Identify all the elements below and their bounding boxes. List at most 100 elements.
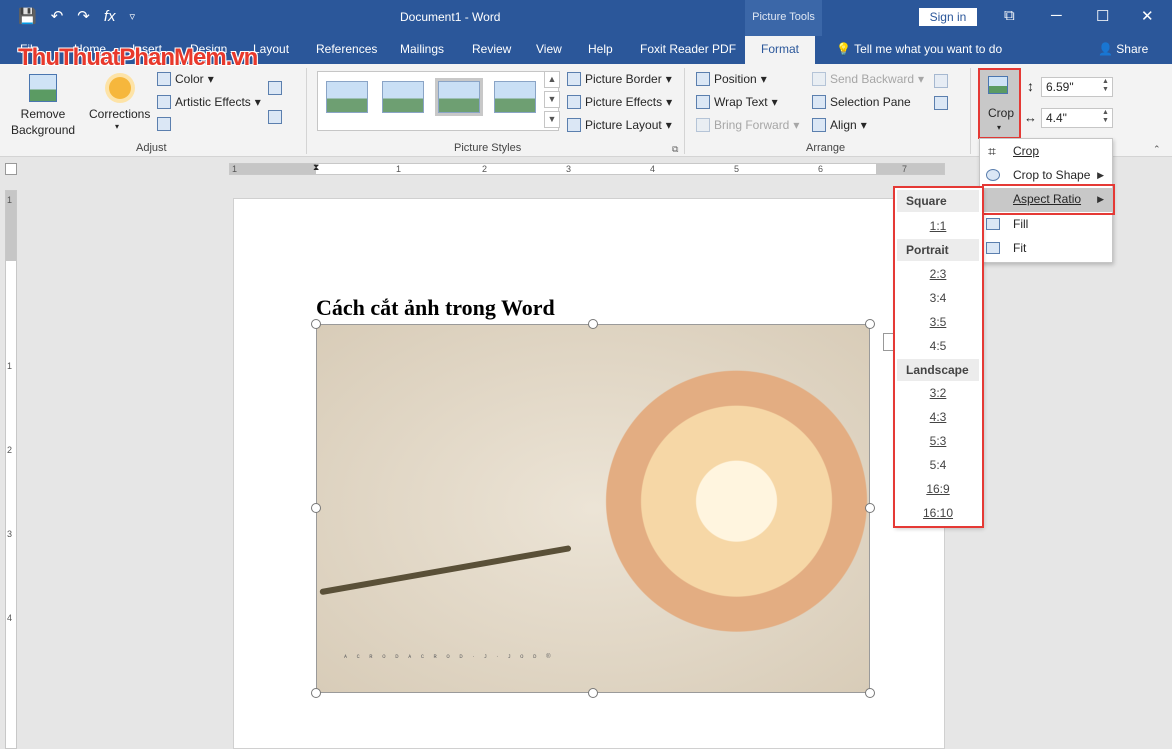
style-thumbnail[interactable] (382, 81, 424, 113)
share-label: Share (1116, 42, 1149, 56)
customize-qat-icon[interactable]: ▿ (130, 8, 136, 26)
horizontal-ruler[interactable]: 1 1 2 3 4 5 6 7 ⧗ (229, 162, 945, 175)
tab-references[interactable]: References (316, 42, 377, 56)
crop-label: Crop (988, 106, 1015, 120)
ruler-number: 1 (396, 164, 402, 174)
maximize-button[interactable]: ☐ (1096, 7, 1109, 25)
tab-format[interactable]: Format (745, 36, 816, 64)
resize-handle[interactable] (311, 688, 321, 698)
resize-handle[interactable] (311, 319, 321, 329)
dialog-launcher-icon[interactable]: ⧉ (672, 144, 678, 155)
redo-icon[interactable]: ↷ (77, 8, 90, 26)
resize-handle[interactable] (311, 503, 321, 513)
reset-picture-icon[interactable] (268, 110, 282, 124)
close-button[interactable]: ✕ (1141, 7, 1154, 25)
resize-handle[interactable] (588, 688, 598, 698)
menu-item-fit[interactable]: Fit (980, 237, 1112, 261)
style-thumbnail[interactable] (326, 81, 368, 113)
ruler-number: 2 (7, 445, 13, 455)
ruler-number: 5 (734, 164, 740, 174)
flower-image[interactable] (316, 324, 870, 693)
picture-border-label: Picture Border (585, 72, 662, 86)
ribbon-display-icon[interactable]: ⧉ (1004, 7, 1015, 24)
resize-handle[interactable] (865, 688, 875, 698)
height-spinner-icon[interactable]: ▲ ▼ (1102, 78, 1109, 94)
tab-layout[interactable]: Layout (253, 42, 289, 56)
tell-me-search[interactable]: 💡 Tell me what you want to do (836, 42, 1002, 56)
tab-selector[interactable] (5, 163, 17, 175)
wrap-text-button[interactable]: Wrap Text ▾ (696, 95, 778, 109)
corrections-button[interactable]: Corrections (89, 107, 150, 121)
transparency-icon[interactable] (157, 117, 171, 131)
document-heading[interactable]: Cách cắt ảnh trong Word (316, 295, 555, 321)
resize-handle[interactable] (588, 319, 598, 329)
align-label: Align (830, 118, 857, 132)
rotate-icon[interactable] (934, 96, 948, 110)
save-icon[interactable]: 💾 (18, 8, 37, 26)
tab-review[interactable]: Review (472, 42, 511, 56)
resize-handle[interactable] (865, 503, 875, 513)
height-icon: ↕ (1027, 78, 1034, 94)
submenu-arrow-icon: ▶ (1097, 170, 1104, 180)
width-spinner-icon[interactable]: ▲ ▼ (1102, 109, 1109, 125)
gallery-more-icon[interactable]: ▼ (544, 111, 560, 128)
position-button[interactable]: Position ▾ (696, 72, 767, 86)
picture-border-button[interactable]: Picture Border ▾ (567, 72, 672, 86)
picture-layout-button[interactable]: Picture Layout ▾ (567, 118, 672, 132)
tab-view[interactable]: View (536, 42, 562, 56)
remove-background-icon (29, 74, 57, 102)
picture-border-icon (567, 72, 581, 86)
picture-styles-group-label: Picture Styles (454, 142, 522, 154)
align-icon (812, 118, 826, 132)
artistic-effects-button[interactable]: Artistic Effects ▾ (157, 95, 261, 109)
bring-forward-label: Bring Forward (714, 118, 790, 132)
ruler-margin (876, 164, 944, 174)
ruler-margin (230, 164, 316, 174)
style-thumbnail[interactable] (494, 81, 536, 113)
position-label: Position (714, 72, 757, 86)
share-button[interactable]: 👤 Share (1098, 42, 1148, 56)
gallery-down-icon[interactable]: ▼ (544, 91, 560, 108)
sign-in-button[interactable]: Sign in (919, 8, 977, 26)
ruler-number: 2 (482, 164, 488, 174)
title-bar: 💾 ↶ ↷ fx ▿ Document1 - Word Picture Tool… (0, 0, 1172, 36)
tab-foxit[interactable]: Foxit Reader PDF (640, 42, 736, 56)
remove-background-button[interactable]: Remove Background (11, 107, 75, 137)
tab-help[interactable]: Help (588, 42, 613, 56)
send-backward-icon (812, 72, 826, 86)
align-button[interactable]: Align ▾ (812, 118, 867, 132)
bring-forward-button[interactable]: Bring Forward ▾ (696, 118, 799, 132)
function-icon[interactable]: fx (104, 8, 116, 26)
menu-item-crop[interactable]: ⌗ Crop (980, 140, 1112, 164)
aspect-ratio-highlight (982, 184, 1115, 215)
style-thumbnail[interactable] (435, 78, 483, 116)
vertical-ruler[interactable]: 1 1 2 3 4 (5, 190, 17, 749)
indent-marker-icon[interactable]: ⧗ (313, 162, 319, 173)
selection-pane-label: Selection Pane (830, 95, 911, 109)
document-title: Document1 - Word (400, 10, 501, 24)
collapse-ribbon-icon[interactable]: ⌃ (1153, 144, 1161, 155)
picture-effects-button[interactable]: Picture Effects ▾ (567, 95, 672, 109)
fit-icon (986, 242, 1000, 254)
picture-styles-gallery[interactable] (317, 71, 559, 131)
send-backward-button[interactable]: Send Backward ▾ (812, 72, 924, 86)
group-icon[interactable] (934, 74, 948, 88)
undo-icon[interactable]: ↶ (51, 8, 64, 26)
menu-item-label: Fill (1013, 217, 1029, 231)
menu-item-fill[interactable]: Fill (980, 213, 1112, 237)
resize-handle[interactable] (865, 319, 875, 329)
menu-item-label: Fit (1013, 241, 1027, 255)
minimize-button[interactable]: ─ (1051, 7, 1062, 24)
bring-forward-icon (696, 118, 710, 132)
corrections-icon (109, 77, 131, 99)
color-button[interactable]: Color ▾ (157, 72, 214, 86)
fill-icon (986, 218, 1000, 230)
wrap-text-icon (696, 95, 710, 109)
gallery-up-icon[interactable]: ▲ (544, 71, 560, 88)
shape-icon (986, 169, 1000, 181)
corrections-label: Corrections (89, 107, 151, 121)
tab-mailings[interactable]: Mailings (400, 42, 444, 56)
selection-pane-button[interactable]: Selection Pane (812, 95, 911, 109)
quick-access-toolbar: 💾 ↶ ↷ fx ▿ (18, 8, 135, 26)
compress-pictures-icon[interactable] (268, 81, 282, 95)
